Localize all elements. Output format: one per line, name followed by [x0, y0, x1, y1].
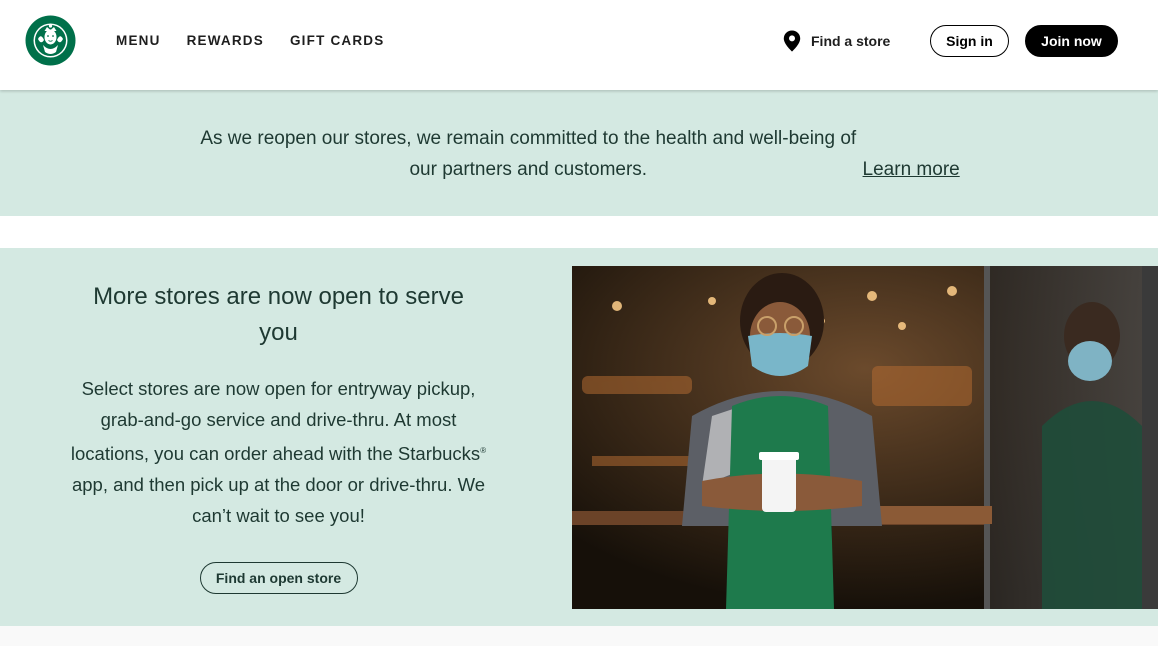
join-now-button[interactable]: Join now [1025, 25, 1118, 57]
banner-text: As we reopen our stores, we remain commi… [200, 128, 857, 180]
banner-text-block: As we reopen our stores, we remain commi… [0, 123, 1158, 185]
nav-gift-cards[interactable]: GIFT CARDS [290, 33, 385, 48]
photo-illustration [572, 266, 1158, 609]
section-divider [0, 216, 1158, 248]
feature-title: More stores are now open to serve you [93, 283, 464, 346]
feature-body-part2: app, and then pick up at the door or dri… [71, 474, 486, 527]
feature-text-block: More stores are now open to serve you Se… [60, 279, 497, 595]
nav-menu[interactable]: MENU [116, 33, 161, 48]
learn-more-link[interactable]: Learn more [863, 159, 960, 180]
find-store-label: Find a store [811, 33, 891, 49]
find-store-link[interactable]: Find a store [783, 30, 890, 52]
site-header: MENU REWARDS GIFT CARDS Find a store Sig… [0, 0, 1158, 90]
feature-section: More stores are now open to serve you Se… [0, 248, 1158, 626]
location-pin-icon [783, 30, 801, 52]
feature-body-part1: Select stores are now open for entryway … [70, 378, 481, 465]
barista-photo [572, 266, 1158, 609]
nav-rewards[interactable]: REWARDS [187, 33, 264, 48]
find-open-store-button[interactable]: Find an open store [199, 562, 358, 595]
page-bottom [0, 626, 1158, 646]
registered-mark: ® [480, 446, 487, 455]
feature-body: Select stores are now open for entryway … [60, 373, 497, 531]
sign-in-button[interactable]: Sign in [930, 25, 1009, 57]
starbucks-logo[interactable] [25, 15, 76, 66]
main-nav: MENU REWARDS GIFT CARDS [116, 33, 384, 48]
covid-banner: As we reopen our stores, we remain commi… [0, 90, 1158, 216]
